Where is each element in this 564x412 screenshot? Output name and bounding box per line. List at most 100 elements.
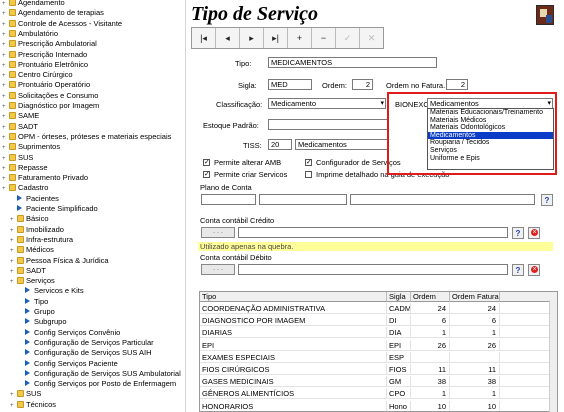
tree-item[interactable]: + Ambulatório xyxy=(2,29,58,39)
plano-conta-code-input[interactable] xyxy=(201,194,256,205)
tree-item[interactable]: + Prontuário Operatório xyxy=(2,80,90,90)
table-row[interactable]: GASES MEDICINAIS GM 38 38 xyxy=(200,376,551,388)
dropdown-option[interactable]: Medicamentos xyxy=(428,131,553,140)
bionexo-dropdown-list[interactable]: Materiais Educacionais/Treinamento Materi… xyxy=(427,108,554,170)
plano-conta-extra-input[interactable] xyxy=(350,194,535,205)
tree-item[interactable]: Config Serviços Convênio xyxy=(18,328,120,338)
table-row[interactable]: DIAGNOSTICO POR IMAGEM DI 6 6 xyxy=(200,315,551,327)
tree-item[interactable]: Pacientes xyxy=(10,194,59,204)
tree-item[interactable]: + Controle de Acessos - Visitante xyxy=(2,19,122,29)
tree-item[interactable]: + Faturamento Privado xyxy=(2,173,88,183)
tree-item[interactable]: + Prontuário Eletrônico xyxy=(2,60,88,70)
plano-conta-desc-input[interactable] xyxy=(259,194,347,205)
tree-item[interactable]: Grupo xyxy=(18,307,55,317)
cancel-button[interactable]: ✕ xyxy=(360,28,383,48)
tipo-input[interactable]: MEDICAMENTOS xyxy=(268,57,437,68)
sigla-input[interactable]: MED xyxy=(268,79,312,90)
table-row[interactable]: EXAMES ESPECIAIS ESP xyxy=(200,351,551,363)
tree-item[interactable]: Paciente Simplificado xyxy=(10,204,98,214)
tree-item[interactable]: Configuração de Serviços SUS AIH xyxy=(18,348,152,358)
app-logo-icon[interactable] xyxy=(536,5,554,25)
table-row[interactable]: EPI EPI 26 26 xyxy=(200,339,551,351)
dropdown-option[interactable]: Materiais Médicos xyxy=(428,117,553,125)
column-header[interactable]: Tipo xyxy=(200,292,387,302)
expander-icon[interactable]: + xyxy=(10,277,17,287)
tree-item[interactable]: + Médicos xyxy=(10,245,54,255)
table-row[interactable]: COORDENAÇÃO ADMINISTRATIVA CADM 24 24 xyxy=(200,303,551,314)
tree-item[interactable]: + SUS xyxy=(10,389,41,399)
confirm-button[interactable]: ✓ xyxy=(336,28,360,48)
last-record-button[interactable]: ▸| xyxy=(264,28,288,48)
table-scrollbar[interactable] xyxy=(549,300,557,412)
configurador-checkbox[interactable]: ✓ xyxy=(305,159,312,166)
conta-debito-input[interactable] xyxy=(238,264,508,275)
tree-item[interactable]: + Prescrição Internado xyxy=(2,50,87,60)
table-row[interactable]: FIOS CIRÚRGICOS FIOS 11 11 xyxy=(200,364,551,375)
table-cell: GÊNEROS ALIMENTÍCIOS xyxy=(200,388,387,400)
table-cell: FIOS xyxy=(387,364,411,375)
plano-conta-help-button[interactable]: ? xyxy=(541,194,553,206)
tree-item[interactable]: + SADT xyxy=(10,266,46,276)
tree-item[interactable]: + Cadastro xyxy=(2,183,48,193)
conta-credito-input[interactable] xyxy=(238,227,508,238)
tree-item[interactable]: + Suprimentos xyxy=(2,142,60,152)
column-header[interactable]: Ordem xyxy=(411,292,450,302)
tree-item[interactable]: + Infra-estrutura xyxy=(10,235,73,245)
permite-criar-checkbox[interactable]: ✓ xyxy=(203,171,210,178)
tree-item[interactable]: Configuração de Serviços Particular xyxy=(18,338,154,348)
conta-credito-clear-icon[interactable] xyxy=(528,227,540,239)
conta-debito-clear-icon[interactable] xyxy=(528,264,540,276)
estoque-input[interactable] xyxy=(268,119,388,130)
tree-item[interactable]: + Prescrição Ambulatorial xyxy=(2,39,97,49)
tree-item[interactable]: + Diagnóstico por Imagem xyxy=(2,101,99,111)
dropdown-option[interactable]: Materiais Educacionais/Treinamento xyxy=(428,109,553,117)
expander-icon[interactable]: + xyxy=(10,401,17,411)
tree-item[interactable]: + Imobilizado xyxy=(10,225,64,235)
add-record-button[interactable]: + xyxy=(288,28,312,48)
tree-item[interactable]: + Agendamento de terapias xyxy=(2,8,104,18)
expander-icon[interactable]: + xyxy=(2,184,9,194)
dropdown-option[interactable]: Uniforme e Epis xyxy=(428,155,553,163)
tree-item[interactable]: + SADT xyxy=(2,122,38,132)
ordem-fatura-input[interactable]: 2 xyxy=(446,79,468,90)
next-record-button[interactable]: ▸ xyxy=(240,28,264,48)
conta-debito-help-button[interactable]: ? xyxy=(512,264,524,276)
tree-item[interactable]: Config Serviços Paciente xyxy=(18,359,118,369)
permite-alterar-amb-checkbox[interactable]: ✓ xyxy=(203,159,210,166)
prev-record-button[interactable]: ◂ xyxy=(216,28,240,48)
tree-item[interactable]: + SAME xyxy=(2,111,39,121)
table-row[interactable]: DIARIAS DIA 1 1 xyxy=(200,327,551,339)
conta-credito-lookup-button[interactable]: . . . xyxy=(201,227,235,238)
tree-item[interactable]: Servicos e Kits xyxy=(18,286,84,296)
column-header[interactable]: Sigla xyxy=(387,292,411,302)
tree-item[interactable]: + Técnicos xyxy=(10,400,56,410)
column-header[interactable]: Ordem Fatura xyxy=(450,292,500,302)
tree-item[interactable]: + Básico xyxy=(10,214,49,224)
tiss-description-input[interactable]: Medicamentos xyxy=(295,139,388,150)
tree-item[interactable]: + OPM - órteses, próteses e materiais esp… xyxy=(2,132,171,142)
tree-item[interactable]: + Solicitações e Consumo xyxy=(2,91,98,101)
tree-item[interactable]: Tipo xyxy=(18,297,48,307)
tree-item[interactable]: + Centro Cirúrgico xyxy=(2,70,73,80)
conta-credito-help-button[interactable]: ? xyxy=(512,227,524,239)
dropdown-option[interactable]: Serviços xyxy=(428,147,553,155)
tiss-code-input[interactable]: 20 xyxy=(268,139,292,150)
tree-item[interactable]: + Repasse xyxy=(2,163,48,173)
imprime-detalhado-checkbox[interactable] xyxy=(305,171,312,178)
delete-record-button[interactable]: − xyxy=(312,28,336,48)
tree-item[interactable]: + Agendamento xyxy=(2,0,65,8)
tree-item[interactable]: + SUS xyxy=(2,153,33,163)
ordem-input[interactable]: 2 xyxy=(352,79,373,90)
tree-item[interactable]: Subgrupo xyxy=(18,317,67,327)
first-record-button[interactable]: |◂ xyxy=(192,28,216,48)
classificacao-select[interactable]: Medicamento xyxy=(268,98,386,109)
dropdown-option[interactable]: Roupiaria / Tecidos xyxy=(428,139,553,147)
tree-item[interactable]: + Pessoa Física & Jurídica xyxy=(10,256,109,266)
dropdown-option[interactable]: Materiais Odontológicos xyxy=(428,124,553,132)
table-row[interactable]: GÊNEROS ALIMENTÍCIOS CPO 1 1 xyxy=(200,388,551,400)
tree-item[interactable]: + Serviços xyxy=(10,276,55,286)
table-row[interactable]: HONORARIOS Hono 10 10 xyxy=(200,400,551,411)
tree-item[interactable]: Configuração de Serviços SUS Ambulatoria… xyxy=(18,369,181,379)
tree-item[interactable]: Config Serviços por Posto de Enfermagem xyxy=(18,379,176,389)
conta-debito-lookup-button[interactable]: . . . xyxy=(201,264,235,275)
